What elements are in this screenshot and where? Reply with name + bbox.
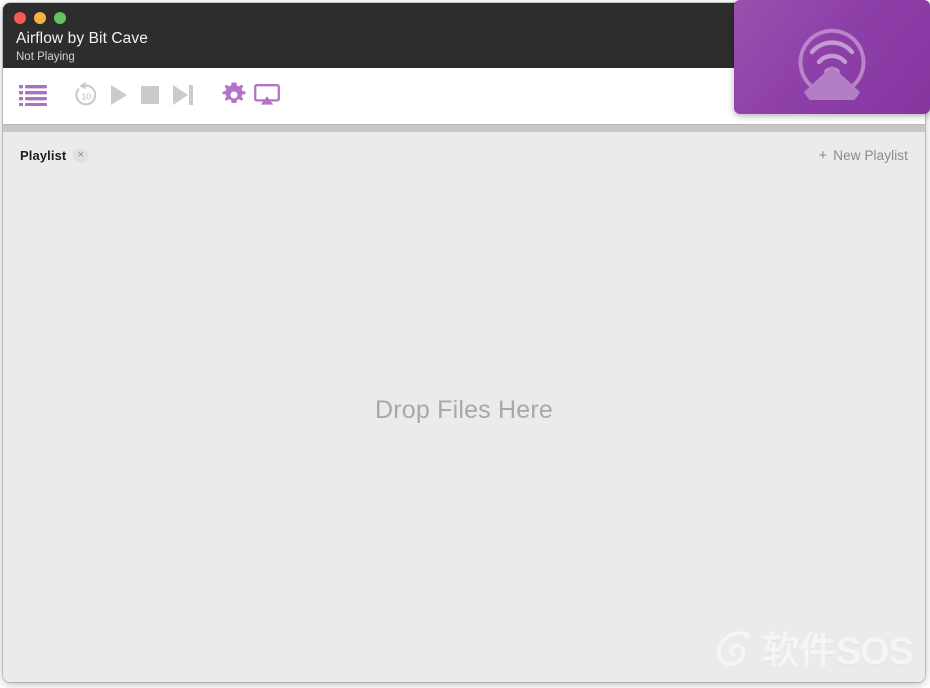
- skip-back-10-button[interactable]: 10: [69, 68, 103, 124]
- playlist-tab-label: Playlist: [20, 148, 67, 163]
- settings-button[interactable]: [218, 68, 250, 124]
- stop-button[interactable]: [135, 68, 165, 124]
- close-window-button[interactable]: [14, 12, 26, 24]
- airplay-icon: [254, 83, 280, 109]
- playback-status-label: Not Playing: [16, 51, 75, 63]
- airplay-button[interactable]: [251, 68, 283, 124]
- play-button[interactable]: [103, 68, 135, 124]
- new-playlist-label: New Playlist: [833, 148, 908, 163]
- skip-back-10-icon: 10: [72, 81, 100, 112]
- tab-playlist[interactable]: Playlist ×: [20, 148, 89, 163]
- drop-zone-message: Drop Files Here: [374, 396, 554, 424]
- watermark-logo-icon: [714, 629, 758, 674]
- new-playlist-button[interactable]: + New Playlist: [816, 146, 911, 165]
- playlist-tab-bar: Playlist × + New Playlist: [3, 132, 925, 180]
- watermark-text: 软件SOS: [761, 630, 914, 673]
- playlist-list-icon: [19, 84, 47, 109]
- traffic-light-group: [14, 12, 66, 24]
- svg-text:10: 10: [82, 91, 92, 101]
- play-icon: [109, 84, 129, 109]
- gear-icon: [221, 82, 247, 111]
- stop-icon: [140, 85, 160, 108]
- next-track-button[interactable]: [167, 68, 199, 124]
- file-drop-zone[interactable]: Drop Files Here: [3, 180, 925, 682]
- close-playlist-icon[interactable]: ×: [73, 148, 89, 163]
- airplay-wifi-logo-icon: [790, 16, 874, 110]
- maximize-window-button[interactable]: [54, 12, 66, 24]
- minimize-window-button[interactable]: [34, 12, 46, 24]
- next-track-icon: [172, 84, 194, 109]
- airplay-overlay-panel[interactable]: [734, 0, 930, 114]
- window-title: Airflow by Bit Cave: [16, 30, 148, 47]
- playlist-list-icon-button[interactable]: [16, 68, 50, 124]
- plus-icon: +: [818, 146, 828, 164]
- screen-root: Airflow by Bit Cave Not Playing 10 Playl…: [0, 0, 930, 688]
- watermark: 软件SOS: [714, 629, 914, 674]
